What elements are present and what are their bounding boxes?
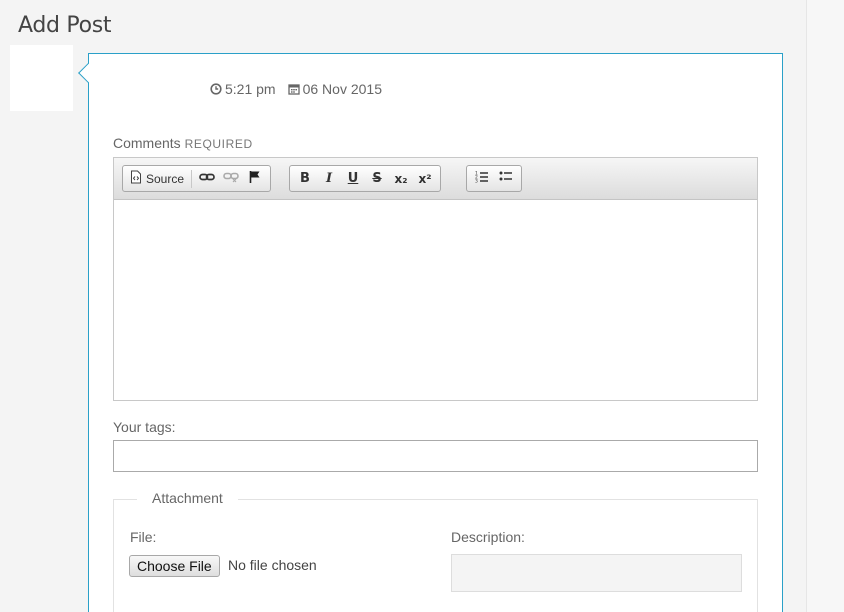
anchor-button[interactable] (243, 168, 267, 189)
toolbar-group-basic-styles: B I U S x₂ x² (289, 165, 441, 192)
post-time-text: 5:21 pm (225, 81, 276, 97)
calendar-icon (287, 83, 300, 95)
svg-text:3: 3 (475, 179, 478, 184)
toolbar-group-document: Source (122, 165, 272, 192)
numbered-list-icon: 123 (475, 170, 489, 187)
toolbar-group-lists: 123 (466, 165, 522, 192)
comments-label-text: Comments (113, 135, 181, 151)
description-input[interactable] (451, 554, 742, 592)
comments-edit-area[interactable] (114, 201, 757, 400)
rich-text-editor: Source B I U S x₂ x² 1 2 3 (113, 157, 758, 401)
required-marker: REQUIRED (184, 137, 253, 151)
strikethrough-icon: S (372, 171, 382, 186)
link-icon (199, 171, 215, 186)
post-meta: 5:21 pm 06 Nov 2015 (210, 81, 382, 97)
choose-file-button[interactable]: Choose File (129, 555, 220, 577)
page-title: Add Post (18, 13, 112, 38)
editor-toolbar: Source B I U S x₂ x² 1 2 3 (114, 158, 757, 200)
superscript-icon: x² (418, 171, 432, 186)
toolbar-separator (191, 169, 193, 188)
avatar (10, 45, 73, 111)
link-button[interactable] (195, 168, 219, 189)
strikethrough-button[interactable]: S (365, 168, 389, 189)
comments-label: Comments REQUIRED (113, 135, 253, 151)
bold-button[interactable]: B (293, 168, 317, 189)
file-label: File: (130, 529, 157, 545)
anchor-flag-icon (248, 170, 262, 188)
bulleted-list-icon (499, 170, 513, 187)
unlink-icon (223, 171, 239, 187)
numbered-list-button[interactable]: 123 (470, 168, 494, 189)
italic-button[interactable]: I (317, 168, 341, 189)
attachment-legend: Attachment (137, 490, 238, 506)
source-button[interactable]: Source (126, 168, 188, 189)
bold-icon: B (300, 171, 310, 186)
post-time: 5:21 pm (210, 81, 276, 97)
clock-icon (210, 83, 222, 95)
subscript-button[interactable]: x₂ (389, 168, 413, 189)
source-icon (130, 170, 142, 187)
post-date: 06 Nov 2015 (287, 81, 382, 97)
file-status: No file chosen (228, 557, 317, 573)
description-label: Description: (451, 529, 525, 545)
subscript-icon: x₂ (394, 171, 408, 186)
post-date-text: 06 Nov 2015 (302, 81, 382, 97)
unlink-button[interactable] (219, 168, 243, 189)
right-rail (806, 0, 844, 612)
tags-label: Your tags: (113, 419, 176, 435)
tags-input[interactable] (113, 440, 758, 472)
italic-icon: I (325, 171, 333, 186)
underline-icon: U (347, 171, 359, 186)
underline-button[interactable]: U (341, 168, 365, 189)
source-label: Source (146, 171, 185, 186)
bulleted-list-button[interactable] (494, 168, 518, 189)
superscript-button[interactable]: x² (413, 168, 437, 189)
